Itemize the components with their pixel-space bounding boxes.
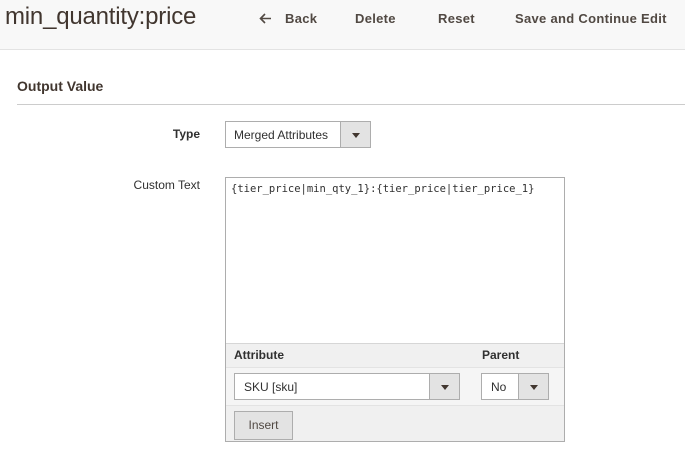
section-divider [17,104,685,105]
section-title: Output Value [17,78,104,94]
type-select[interactable]: Merged Attributes [225,121,371,148]
chevron-down-icon [340,122,370,147]
attribute-column-header: Attribute [234,348,284,362]
type-select-value: Merged Attributes [234,128,329,142]
insert-button[interactable]: Insert [234,411,293,440]
attribute-select-value: SKU [sku] [244,380,298,394]
type-label: Type [172,127,200,141]
attribute-row: SKU [sku] No [226,368,564,406]
parent-select[interactable]: No [481,373,549,400]
parent-select-value: No [491,380,507,394]
custom-text-label: Custom Text [133,178,200,192]
page-header: min_quantity:price Back Delete Reset Sav… [0,0,685,50]
attribute-insert-panel: Attribute Parent SKU [sku] No Insert [226,343,564,441]
arrow-left-icon [259,13,273,24]
back-button-label: Back [285,11,318,26]
custom-text-input[interactable]: {tier_price|min_qty_1}:{tier_price|tier_… [226,178,564,343]
reset-button[interactable]: Reset [438,11,475,26]
attribute-table-header: Attribute Parent [226,344,564,368]
attribute-select[interactable]: SKU [sku] [234,373,460,400]
page-title: min_quantity:price [5,3,197,30]
save-and-continue-button[interactable]: Save and Continue Edit [515,11,667,26]
chevron-down-icon [429,374,459,399]
parent-column-header: Parent [482,348,520,362]
delete-button[interactable]: Delete [355,11,396,26]
custom-text-box: {tier_price|min_qty_1}:{tier_price|tier_… [225,177,565,442]
chevron-down-icon [518,374,548,399]
back-button[interactable]: Back [259,11,317,26]
